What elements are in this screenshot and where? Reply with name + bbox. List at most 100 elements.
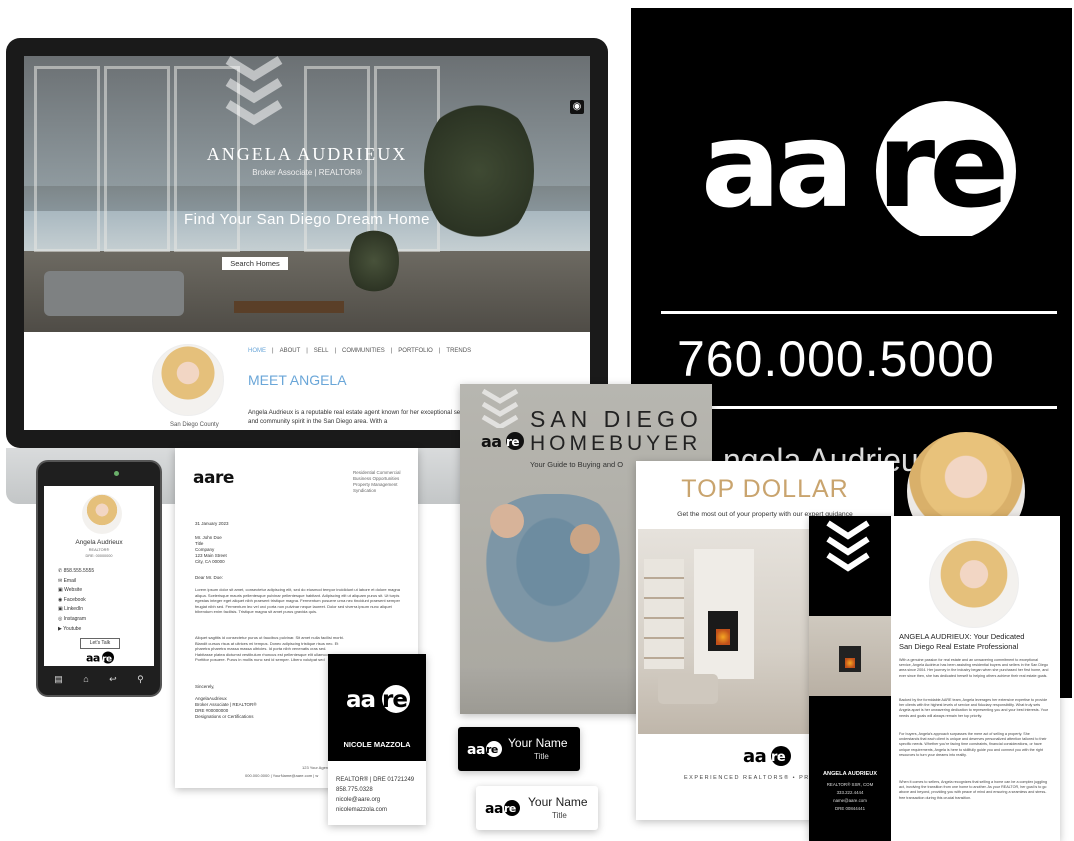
svg-text:re: re — [504, 802, 516, 815]
nav-about[interactable]: ABOUT — [280, 348, 301, 354]
card-line: REALTOR® | DRE 01721249 — [336, 777, 415, 783]
link-phone[interactable]: ✆ 858.555.5555 — [58, 567, 94, 577]
link-linkedin[interactable]: ▣ LinkedIn — [58, 605, 94, 615]
profile-paragraph: Backed by the formidable AARE team, Ange… — [899, 698, 1049, 718]
back-icon[interactable]: ↩ — [109, 674, 117, 685]
aare-logo: aa re — [86, 651, 114, 664]
living-room-photo — [809, 616, 891, 696]
profile-paragraph: For buyers, Angela's approach surpasses … — [899, 732, 1047, 757]
badge-title: Title — [552, 811, 567, 820]
nav-portfolio[interactable]: PORTFOLIO — [398, 348, 433, 354]
youtube-icon: ▶ — [58, 625, 62, 632]
agent-photo — [929, 538, 1019, 628]
svg-text:aa: aa — [346, 687, 375, 713]
svg-text:aa: aa — [743, 746, 766, 767]
profile-heading: San Diego Real Estate Professional — [899, 642, 1019, 651]
link-label: Website — [64, 587, 83, 594]
signature-line: Designations or Certifications — [195, 714, 254, 719]
business-card: aa re NICOLE MAZZOLA REALTOR® | DRE 0172… — [328, 654, 426, 825]
phone-screen: Angela Audrieux REALTOR® DRE: 00000000 ✆… — [44, 486, 154, 666]
hero-agent-title: Broker Associate | REALTOR® — [252, 168, 362, 177]
name-badge-black: aa re Your Name Title — [458, 727, 580, 771]
nav-home[interactable]: HOME — [248, 348, 266, 354]
link-website[interactable]: ▣ Website — [58, 586, 94, 596]
letter-paragraph: Lorem ipsum dolor sit amet, consectetur … — [195, 587, 401, 615]
link-facebook[interactable]: ◉ Facebook — [58, 596, 94, 606]
side-line: 333.222.4444 — [836, 790, 864, 795]
svg-text:aa: aa — [481, 432, 502, 451]
svg-text:aa: aa — [86, 652, 100, 665]
linkedin-icon: ▣ — [58, 606, 63, 613]
website-screen: ◉ ANGELA AUDRIEUX Broker Associate | REA… — [24, 56, 590, 430]
card-website: nicolemazzola.com — [336, 807, 388, 813]
badge-name: Your Name — [508, 736, 568, 750]
brochure-title: HOMEBUYER — [530, 432, 702, 455]
chevron-logo — [826, 520, 870, 572]
svg-text:aa: aa — [485, 801, 503, 817]
side-line: name@aare.com — [833, 798, 867, 803]
letter-date: 31 January 2023 — [195, 521, 229, 526]
link-label: 858.555.5555 — [63, 568, 95, 574]
profile-flyer: ANGELA AUDRIEUX REALTOR® SSR, COM 333.22… — [809, 516, 1060, 841]
divider — [661, 406, 1057, 409]
nav-communities[interactable]: COMMUNITIES — [342, 348, 385, 354]
search-icon[interactable]: ⚲ — [137, 674, 144, 685]
salutation: Dear Mr. Doe: — [195, 575, 224, 580]
search-homes-button[interactable]: Search Homes — [222, 257, 288, 270]
accessibility-icon[interactable]: ◉ — [570, 100, 584, 114]
chevron-logo — [225, 56, 283, 126]
card-phone: 858.775.0328 — [336, 787, 373, 793]
badge-name: Your Name — [528, 795, 588, 809]
link-label: Email — [63, 577, 77, 584]
brochure-title: SAN DIEGO — [530, 406, 703, 432]
svg-text:re: re — [506, 435, 519, 449]
svg-text:re: re — [771, 750, 786, 765]
link-label: Youtube — [63, 625, 82, 632]
photo-detail — [490, 504, 524, 538]
facebook-icon: ◉ — [58, 596, 63, 603]
aare-logo: aare — [193, 468, 234, 488]
svg-text:aa: aa — [467, 742, 485, 758]
card-email: nicole@aare.org — [336, 797, 381, 803]
card-name: NICOLE MAZZOLA — [343, 740, 411, 749]
profile-heading: ANGELA AUDRIEUX: Your Dedicated — [899, 632, 1025, 641]
closing: Sincerely, — [195, 684, 215, 689]
brochure-subtitle: Your Guide to Buying and O — [530, 460, 624, 469]
aare-logo: aa re — [743, 746, 791, 767]
sign-phone: 760.000.5000 — [677, 331, 995, 387]
link-label: Instagram — [63, 615, 86, 622]
profile-paragraph: When it comes to sellers, Angela recogni… — [899, 780, 1047, 800]
profile-paragraph: With a genuine passion for real estate a… — [899, 658, 1049, 678]
lets-talk-button[interactable]: Let's Talk — [80, 638, 120, 649]
svg-text:aa: aa — [701, 96, 848, 234]
chevron-logo — [481, 388, 519, 428]
photo-detail — [570, 524, 600, 554]
home-icon[interactable]: ⌂ — [83, 674, 88, 684]
side-name: ANGELA AUDRIEUX — [823, 771, 877, 777]
link-youtube[interactable]: ▶ Youtube — [58, 625, 94, 635]
nav-trends[interactable]: TRENDS — [446, 348, 471, 354]
hero-tagline: Find Your San Diego Dream Home — [184, 211, 430, 228]
aare-logo: aa re — [467, 741, 502, 758]
living-room-photo — [638, 529, 810, 734]
aare-logo: aa re — [701, 96, 1016, 236]
badge-title: Title — [534, 752, 549, 761]
menu-icon[interactable]: ▤ — [54, 674, 63, 685]
link-instagram[interactable]: ◎ Instagram — [58, 615, 94, 625]
agent-photo — [152, 344, 224, 416]
svg-text:re: re — [877, 96, 1004, 234]
letter-paragraph: Aliquet sagittis id consectetur purus ut… — [195, 635, 344, 663]
side-line: DRE 00844441 — [834, 806, 866, 811]
recipient-line: City, CA 00000 — [195, 559, 225, 564]
name-badge-white: aa re Your Name Title — [476, 786, 598, 830]
divider — [661, 311, 1057, 314]
link-email[interactable]: ✉ Email — [58, 577, 94, 587]
phone-nav-bar: ▤ ⌂ ↩ ⚲ — [44, 670, 154, 688]
link-label: LinkedIn — [64, 606, 84, 613]
aare-logo: aa re — [346, 685, 410, 713]
nav-sell[interactable]: SELL — [314, 348, 329, 354]
bio-text: Angela Audrieux is a reputable real esta… — [248, 409, 474, 425]
meet-heading: MEET ANGELA — [248, 372, 347, 388]
agent-photo — [82, 494, 122, 534]
photo-caption: San Diego County — [170, 422, 219, 428]
